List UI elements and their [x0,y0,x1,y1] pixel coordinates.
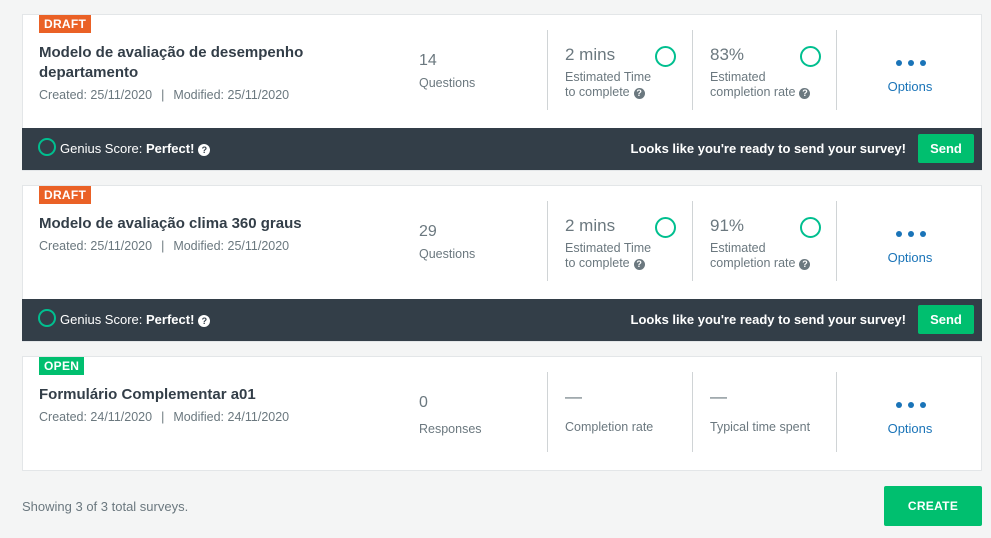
estimated-time-label-line2: to complete [565,256,630,270]
completion-rate-label-line2: completion rate [710,256,796,270]
meta-separator: | [161,239,165,253]
circle-outline-icon [800,46,821,67]
ellipsis-icon[interactable] [896,60,926,66]
circle-outline-icon [38,138,56,156]
completion-rate-label: Estimated completion rate? [710,241,811,271]
estimated-time-stat: 2 mins Estimated Time to complete? [547,201,692,281]
ellipsis-icon[interactable] [896,231,926,237]
send-button[interactable]: Send [918,305,974,334]
genius-score-bar: Genius Score: Perfect!? Looks like you'r… [22,299,982,341]
questions-stat: 29 Questions [419,201,547,281]
estimated-time-label-line2: to complete [565,85,630,99]
create-button[interactable]: CREATE [884,486,982,526]
send-button[interactable]: Send [918,134,974,163]
survey-dates: Created: 24/11/2020 | Modified: 24/11/2020 [39,410,289,424]
estimated-time-value: 2 mins [565,45,616,64]
questions-label: Questions [419,247,476,261]
ellipsis-icon[interactable] [896,402,926,408]
status-badge: DRAFT [39,15,92,33]
questions-count: 14 [419,52,437,69]
completion-rate-value: 83% [710,45,745,64]
survey-dates: Created: 25/11/2020 | Modified: 25/11/2020 [39,88,289,102]
options-link[interactable]: Options [837,421,983,436]
status-badge: OPEN [39,357,85,375]
options-menu[interactable]: Options [836,201,983,281]
questions-count: 29 [419,223,437,240]
modified-date: Modified: 24/11/2020 [173,410,290,424]
options-link[interactable]: Options [837,250,983,265]
genius-score-bar: Genius Score: Perfect!? Looks like you'r… [22,128,982,170]
question-circle-icon[interactable]: ? [198,315,211,327]
created-date: Created: 24/11/2020 [39,410,153,424]
question-circle-icon[interactable]: ? [799,88,811,99]
question-circle-icon[interactable]: ? [198,144,211,156]
created-date: Created: 25/11/2020 [39,88,153,102]
survey-dates: Created: 25/11/2020 | Modified: 25/11/2020 [39,239,289,253]
completion-rate-stat: 83% Estimated completion rate? [692,30,836,110]
genius-score-label: Genius Score: [60,312,143,327]
estimated-time-label: Estimated Time to complete? [565,241,651,271]
circle-outline-icon [38,309,56,327]
genius-score: Genius Score: Perfect!? [60,141,211,156]
estimated-time-label-line1: Estimated Time [565,241,652,255]
genius-score-value: Perfect! [146,141,195,156]
completion-rate-stat: 91% Estimated completion rate? [692,201,836,281]
typical-time-value: — [710,387,727,406]
survey-card: OPEN Formulário Complementar a01 Created… [22,356,982,471]
options-menu[interactable]: Options [836,30,983,110]
completion-rate-label-line1: Estimated [710,70,766,84]
survey-card-main: OPEN Formulário Complementar a01 Created… [23,357,981,470]
questions-label: Questions [419,76,476,90]
typical-time-label: Typical time spent [710,420,811,434]
options-menu[interactable]: Options [836,372,983,452]
options-link[interactable]: Options [837,79,983,94]
completion-rate-value: — [565,387,582,406]
estimated-time-stat: 2 mins Estimated Time to complete? [547,30,692,110]
created-date: Created: 25/11/2020 [39,239,153,253]
completion-rate-label: Estimated completion rate? [710,70,811,100]
question-circle-icon[interactable]: ? [633,259,645,270]
completion-rate-label-line2: completion rate [710,85,796,99]
survey-title[interactable]: Modelo de avaliação de desempenho depart… [39,43,369,83]
survey-title[interactable]: Formulário Complementar a01 [39,385,369,405]
responses-label: Responses [419,422,482,436]
survey-card-main: DRAFT Modelo de avaliação de desempenho … [23,15,981,128]
question-circle-icon[interactable]: ? [799,259,811,270]
typical-time-stat: — Typical time spent [692,372,836,452]
survey-card: DRAFT Modelo de avaliação clima 360 grau… [22,185,982,342]
circle-outline-icon [655,217,676,238]
modified-date: Modified: 25/11/2020 [173,88,290,102]
survey-title[interactable]: Modelo de avaliação clima 360 graus [39,214,369,234]
responses-count: 0 [419,394,428,411]
genius-score-value: Perfect! [146,312,195,327]
estimated-time-label: Estimated Time to complete? [565,70,651,100]
estimated-time-value: 2 mins [565,216,616,235]
meta-separator: | [161,88,165,102]
meta-separator: | [161,410,165,424]
circle-outline-icon [800,217,821,238]
completion-rate-label-line1: Estimated [710,241,766,255]
question-circle-icon[interactable]: ? [633,88,645,99]
status-badge: DRAFT [39,186,92,204]
genius-score-label: Genius Score: [60,141,143,156]
survey-card-main: DRAFT Modelo de avaliação clima 360 grau… [23,186,981,299]
estimated-time-label-line1: Estimated Time [565,70,652,84]
survey-card: DRAFT Modelo de avaliação de desempenho … [22,14,982,171]
modified-date: Modified: 25/11/2020 [173,239,290,253]
completion-rate-value: 91% [710,216,745,235]
circle-outline-icon [655,46,676,67]
questions-stat: 14 Questions [419,30,547,110]
completion-rate-label: Completion rate [565,420,654,434]
ready-message: Looks like you're ready to send your sur… [630,312,906,327]
survey-count-summary: Showing 3 of 3 total surveys. [22,499,189,514]
genius-score: Genius Score: Perfect!? [60,312,211,327]
completion-rate-stat: — Completion rate [547,372,692,452]
responses-stat: 0 Responses [419,372,547,452]
ready-message: Looks like you're ready to send your sur… [630,141,906,156]
